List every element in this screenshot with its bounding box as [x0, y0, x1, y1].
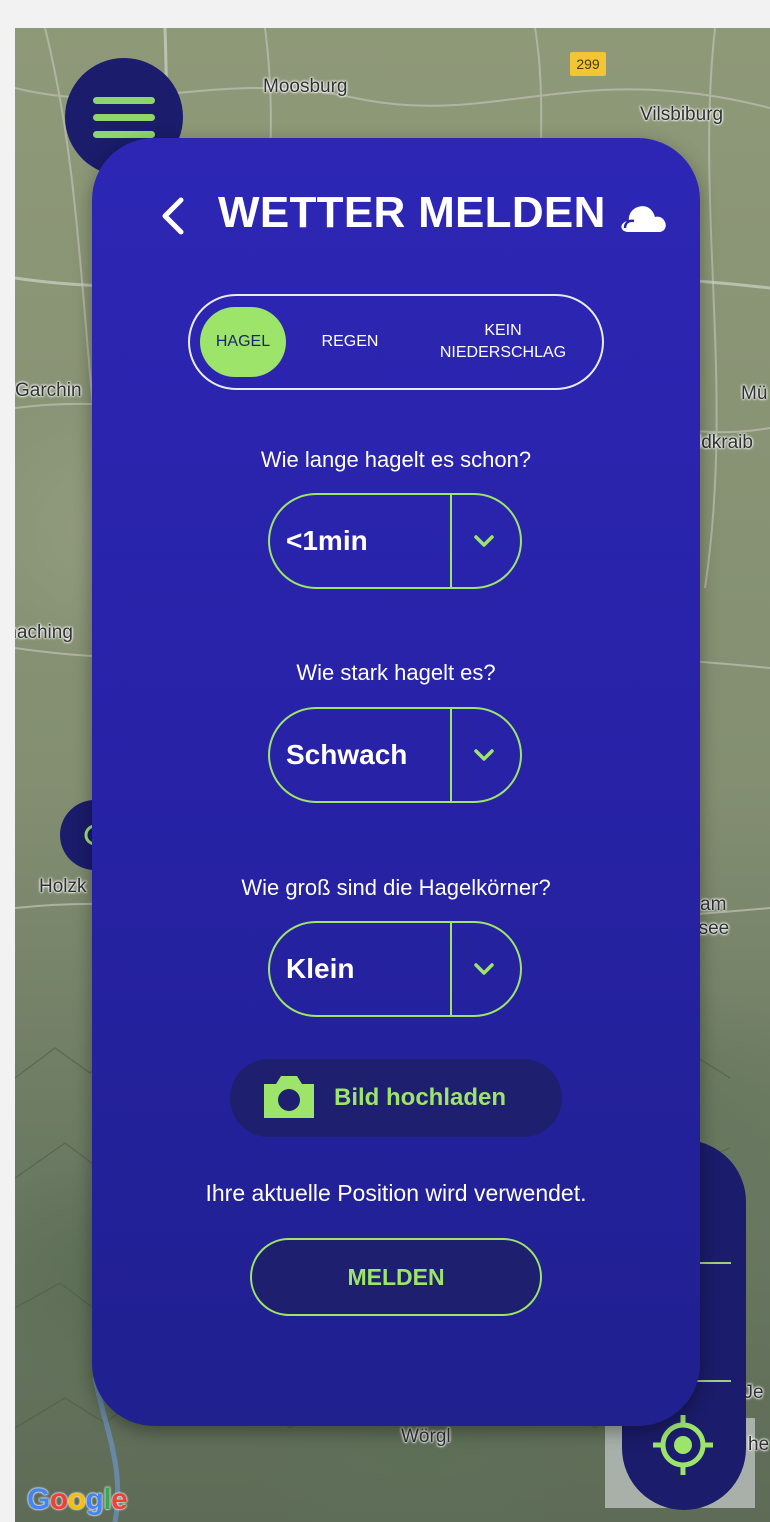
map-label-garching: Garchin — [15, 380, 82, 401]
map-label-holzkirchen: Holzk — [39, 876, 87, 897]
map-label-unterhaching: rhaching — [15, 622, 73, 643]
back-icon[interactable] — [157, 196, 189, 236]
map-label-muehldorf: Mü — [741, 383, 768, 404]
google-logo: Google — [27, 1483, 128, 1516]
intensity-select-value: Schwach — [286, 739, 408, 770]
tab-regen[interactable]: REGEN — [306, 307, 394, 377]
map-label-am: am — [700, 894, 727, 915]
select-divider — [450, 923, 452, 1015]
map-label-vilsbiburg: Vilsbiburg — [640, 104, 724, 125]
tab-kein-niederschlag[interactable]: KEIN NIEDERSCHLAG — [420, 307, 586, 377]
submit-report-label: MELDEN — [347, 1264, 445, 1290]
question-size: Wie groß sind die Hagelkörner? — [241, 875, 551, 900]
camera-icon — [264, 1076, 314, 1118]
menu-icon — [93, 96, 155, 104]
select-divider — [450, 495, 452, 587]
modal-title: WETTER MELDEN — [218, 188, 606, 237]
road-number-badge: 299 — [570, 52, 606, 76]
question-intensity: Wie stark hagelt es? — [296, 660, 496, 685]
upload-image-label: Bild hochladen — [334, 1084, 507, 1111]
map-label-woergl: Wörgl — [401, 1426, 451, 1447]
size-select-value: Klein — [286, 953, 355, 984]
map-label-waldkraiburg: ldkraib — [697, 432, 753, 453]
select-divider — [450, 709, 452, 801]
chevron-down-icon — [474, 963, 494, 975]
locate-icon[interactable] — [651, 1413, 715, 1477]
intensity-select[interactable]: Schwach — [268, 707, 522, 803]
tab-regen-label: REGEN — [321, 333, 379, 350]
cloud-icon — [621, 206, 666, 232]
map-label-he: he — [748, 1434, 770, 1455]
tab-niederschlag-label: NIEDERSCHLAG — [439, 344, 567, 361]
position-note: Ihre aktuelle Position wird verwendet. — [205, 1180, 587, 1206]
tab-kein-label: KEIN — [484, 322, 522, 339]
duration-select[interactable]: <1min — [268, 493, 522, 589]
submit-report-button[interactable]: MELDEN — [250, 1238, 542, 1316]
chevron-down-icon — [474, 749, 494, 761]
map-label-moosburg: Moosburg — [263, 76, 348, 97]
size-select[interactable]: Klein — [268, 921, 522, 1017]
chevron-down-icon — [474, 535, 494, 547]
question-duration: Wie lange hagelt es schon? — [260, 447, 532, 472]
tab-hagel[interactable]: HAGEL — [200, 307, 286, 377]
duration-select-value: <1min — [286, 525, 368, 556]
tab-hagel-label: HAGEL — [215, 333, 271, 350]
upload-image-button[interactable]: Bild hochladen — [230, 1059, 562, 1137]
